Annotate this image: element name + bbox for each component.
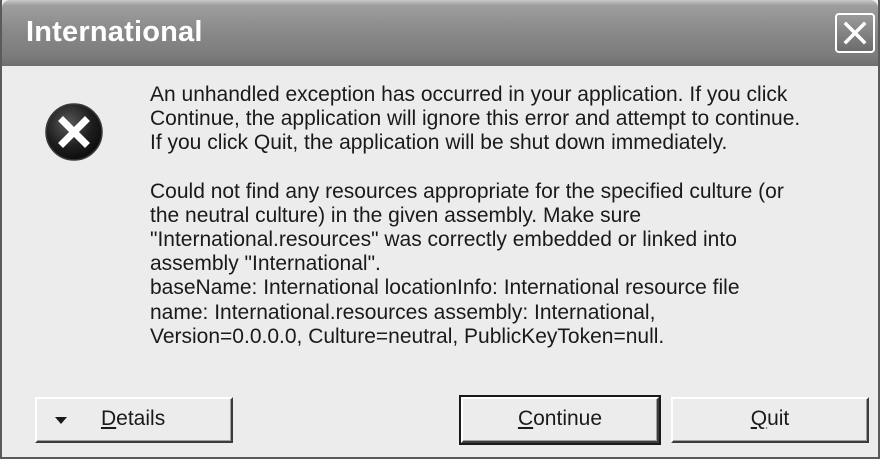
message-details: Could not find any resources appropriate… (150, 179, 784, 348)
error-message: An unhandled exception has occurred in y… (150, 83, 850, 349)
message-summary: An unhandled exception has occurred in y… (150, 83, 801, 155)
triangle-down-icon (55, 417, 67, 424)
continue-button-label: Continue (463, 407, 657, 431)
quit-label-rest: uit (767, 407, 790, 430)
quit-button[interactable]: Quit (671, 397, 869, 443)
quit-mnemonic: Q (750, 407, 768, 430)
details-button[interactable]: Details (35, 397, 233, 443)
continue-button[interactable]: Continue (459, 395, 661, 445)
error-dialog: International An unhandled exception has… (0, 0, 880, 459)
quit-button-label: Quit (673, 407, 867, 431)
details-button-label: Details (101, 407, 165, 431)
title-bar[interactable]: International (2, 0, 878, 66)
details-label-rest: etails (116, 407, 166, 430)
error-icon (45, 103, 103, 161)
close-button[interactable] (835, 13, 875, 53)
continue-mnemonic: C (517, 407, 534, 430)
continue-label-rest: ontinue (533, 407, 603, 430)
window-title: International (26, 16, 203, 48)
close-icon (843, 21, 867, 45)
details-mnemonic: D (101, 407, 117, 430)
